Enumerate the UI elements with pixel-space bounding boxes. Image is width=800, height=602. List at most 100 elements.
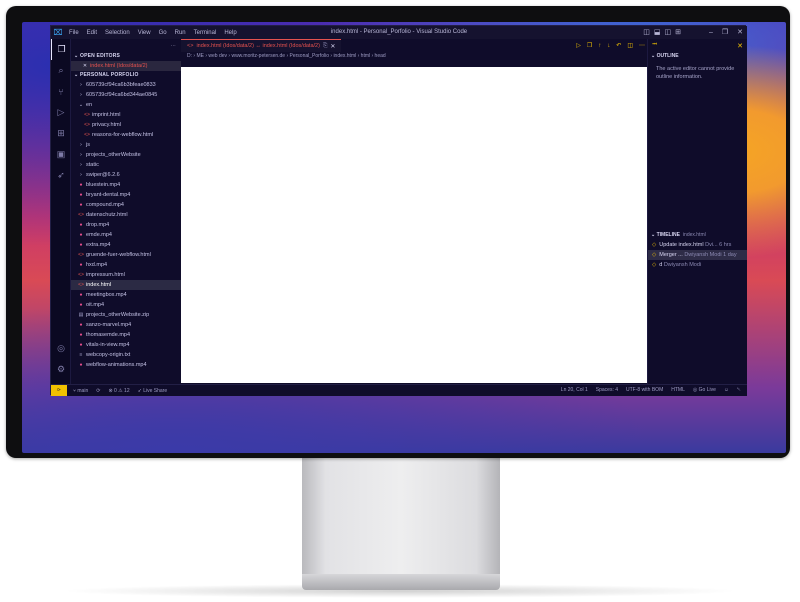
toggle-panel-icon[interactable]: ⬓ — [654, 26, 661, 39]
run-icon[interactable]: ▷ — [576, 42, 581, 49]
file-tree-item[interactable]: ⌄ en — [71, 100, 181, 110]
sync-icon[interactable]: ⟳ — [96, 388, 100, 394]
vscode-window: ⌧ File Edit Selection View Go Run Termin… — [50, 25, 747, 396]
file-tree-item[interactable]: › 605739cf94ca6bd344ae0845 — [71, 90, 181, 100]
tab-index-diff[interactable]: <> index.html (Idos/data/2) ↔ index.html… — [181, 39, 342, 52]
file-tree-item[interactable]: ▤ projects_otherWebsite.zip — [71, 310, 181, 320]
run-debug-icon[interactable]: ▷ — [51, 102, 71, 123]
file-tree-item[interactable]: ● emde.mp4 — [71, 230, 181, 240]
file-tree-item[interactable]: › projects_otherWebsite — [71, 150, 181, 160]
remote-indicator-icon[interactable]: ⪧ — [51, 385, 67, 396]
file-tree-item[interactable]: › static — [71, 160, 181, 170]
menu-terminal[interactable]: Terminal — [194, 30, 217, 36]
menu-edit[interactable]: Edit — [87, 30, 97, 36]
feedback-icon[interactable]: ☺ — [724, 385, 729, 396]
outline-header[interactable]: ⌄ OUTLINE — [648, 52, 747, 61]
live-share-icon[interactable]: ➶ — [51, 165, 71, 186]
file-tree-item[interactable]: <> reasons-for-webflow.html — [71, 130, 181, 140]
file-tree-item[interactable]: ● thomasemde.mp4 — [71, 330, 181, 340]
timeline-entry-text: Update index.html — [659, 242, 704, 248]
more-actions-icon[interactable]: ⋯ — [171, 43, 176, 49]
file-tree-item[interactable]: ● sanzo-marvel.mp4 — [71, 320, 181, 330]
file-tree-item[interactable]: › js — [71, 140, 181, 150]
cursor-position[interactable]: Ln 20, Col 1 — [561, 385, 588, 396]
menu-help[interactable]: Help — [224, 30, 236, 36]
settings-gear-icon[interactable]: ⚙ — [51, 359, 71, 380]
timeline-entry[interactable]: ◇ Merger ... Dwiyansh Modi 1 day — [648, 250, 747, 260]
outline-view-icon[interactable]: ⭲ — [652, 40, 657, 51]
file-tree-item[interactable]: ● hxd.mp4 — [71, 260, 181, 270]
file-tree-item[interactable]: ● extra.mp4 — [71, 240, 181, 250]
toggle-secondary-sidebar-icon[interactable]: ◫ — [665, 26, 672, 39]
open-editor-item[interactable]: ✕ index.html (Idos/data/2) — [71, 61, 181, 71]
menu-view[interactable]: View — [138, 30, 151, 36]
encoding[interactable]: UTF-8 with BOM — [626, 385, 663, 396]
file-tree-item[interactable]: <> gruende-fuer-webflow.html — [71, 250, 181, 260]
live-share-button[interactable]: ➶ Live Share — [138, 388, 168, 394]
file-tree-item[interactable]: <> imprint.html — [71, 110, 181, 120]
explorer-icon[interactable]: ❐ — [51, 39, 71, 60]
file-tree-item[interactable]: ● bryant-dental.mp4 — [71, 190, 181, 200]
file-tree-item[interactable]: <> impressum.html — [71, 270, 181, 280]
html-file-icon: <> — [84, 122, 90, 128]
toggle-sidebar-icon[interactable]: ◫ — [643, 26, 650, 39]
restore-icon[interactable]: ❐ — [722, 26, 728, 39]
timeline-entry-text: d — [659, 262, 663, 268]
file-tree-item[interactable]: <> index.html — [71, 280, 181, 290]
file-tree-item[interactable]: <> datenschutz.html — [71, 210, 181, 220]
file-tree-item[interactable]: ≡ webcopy-origin.txt — [71, 350, 181, 360]
close-secondary-sidebar-icon[interactable]: ✕ — [737, 42, 743, 50]
search-icon[interactable]: ⌕ — [51, 60, 71, 81]
editor-content-white[interactable] — [181, 67, 647, 383]
account-icon[interactable]: ◎ — [51, 338, 71, 359]
remote-explorer-icon[interactable]: ▣ — [51, 144, 71, 165]
menu-go[interactable]: Go — [159, 30, 167, 36]
source-control-icon[interactable]: ⑂ — [51, 81, 71, 102]
go-live-button[interactable]: ◎ Go Live — [693, 385, 716, 396]
breadcrumb[interactable]: D: › ME › web dev › www.moritz-petersen.… — [181, 52, 647, 61]
open-changes-icon[interactable]: ❐ — [587, 42, 592, 49]
next-change-icon[interactable]: ↓ — [607, 43, 610, 49]
file-tree-item[interactable]: ● compound.mp4 — [71, 200, 181, 210]
menu-selection[interactable]: Selection — [105, 30, 130, 36]
timeline-entry[interactable]: ◇ d Dwiyansh Modi — [648, 260, 747, 270]
timeline-header[interactable]: ⌄ TIMELINE index.html — [648, 231, 747, 240]
close-tab-icon[interactable]: ✕ — [330, 43, 335, 50]
file-tree-item[interactable]: ● vitals-in-view.mp4 — [71, 340, 181, 350]
file-tree-item[interactable]: <> privacy.html — [71, 120, 181, 130]
customize-layout-icon[interactable]: ⊞ — [675, 26, 681, 39]
indentation[interactable]: Spaces: 4 — [596, 385, 618, 396]
file-tree-label: vitals-in-view.mp4 — [86, 342, 130, 348]
timeline-entry[interactable]: ◇ Update index.html Dvi... 6 hrs — [648, 240, 747, 250]
menu-file[interactable]: File — [69, 30, 79, 36]
close-window-icon[interactable]: ✕ — [737, 26, 743, 39]
branch-indicator[interactable]: ⑂ main — [73, 388, 88, 394]
editor-more-icon[interactable]: ⋯ — [639, 42, 645, 49]
revert-icon[interactable]: ↶ — [616, 42, 621, 49]
file-tree-item[interactable]: › 605739cf94ca6b3bfeae0833 — [71, 80, 181, 90]
split-editor-icon[interactable]: ◫ — [627, 42, 633, 49]
open-editors-section[interactable]: ⌄ OPEN EDITORS — [71, 52, 181, 61]
minimize-icon[interactable]: – — [709, 26, 713, 39]
file-tree-label: oit.mp4 — [86, 302, 105, 308]
menu-run[interactable]: Run — [175, 30, 186, 36]
tab-label: index.html (Idos/data/2) ↔ index.html (I… — [196, 43, 320, 49]
video-file-icon: ● — [79, 302, 83, 308]
timeline-entry-meta: Dwiyansh Modi — [663, 262, 702, 268]
file-tree-item[interactable]: ● webflow-animations.mp4 — [71, 360, 181, 370]
problems-indicator[interactable]: ⊗ 0 ⚠ 12 — [108, 388, 129, 394]
file-tree-item[interactable]: ● meetingbox.mp4 — [71, 290, 181, 300]
project-section[interactable]: ⌄ PERSONAL PORFOLIO — [71, 71, 181, 80]
window-controls: – ❐ ✕ — [709, 26, 743, 39]
close-editor-icon[interactable]: ✕ — [81, 61, 89, 71]
extensions-icon[interactable]: ⊞ — [51, 123, 71, 144]
file-tree-item[interactable]: ● oit.mp4 — [71, 300, 181, 310]
file-tree-item[interactable]: ● drop.mp4 — [71, 220, 181, 230]
file-tree-item[interactable]: › swiper@6.2.6 — [71, 170, 181, 180]
layout-controls: ◫ ⬓ ◫ ⊞ — [643, 26, 681, 39]
previous-change-icon[interactable]: ↑ — [598, 43, 601, 49]
language-mode[interactable]: HTML — [671, 385, 685, 396]
notifications-bell-icon[interactable]: ␇ — [737, 385, 741, 396]
file-tree-item[interactable]: ● bluestein.mp4 — [71, 180, 181, 190]
video-file-icon: ● — [79, 332, 83, 338]
